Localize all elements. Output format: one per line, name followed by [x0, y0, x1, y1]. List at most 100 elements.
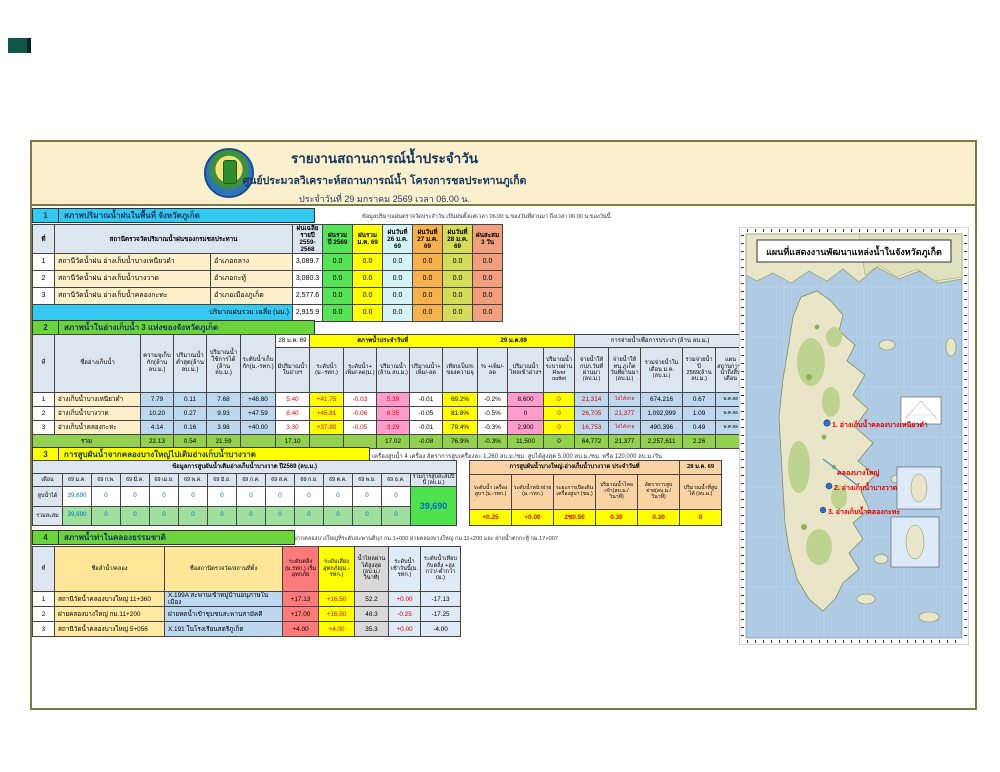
reservoir-row: 3อ่างเก็บน้ำคลองกะทะ4.140.163.98+40.003.… [33, 421, 746, 435]
reservoir-value: 8.40 [276, 407, 310, 421]
reservoir-value: 5.39 [377, 393, 410, 407]
pumped-value: 0 [179, 487, 208, 506]
rain-value: 0.0 [383, 271, 413, 288]
month-header: 69 ม.ค. [63, 474, 92, 487]
cumulative-value: 0 [92, 506, 121, 525]
section4-note: ปากคลองบางใหญ่ที่ระดับสะพานดีบุก กม.1+00… [294, 535, 558, 543]
month-header: 69 พ.ย. [353, 474, 382, 487]
pumped-grand-total: 39,690 [411, 487, 457, 526]
report-header: รายงานสถานการณ์น้ำประจำวัน ศูนย์ประมวลวิ… [32, 142, 975, 206]
canal-name: ฝายคลองบางใหญ่ กม.11+200 [55, 607, 165, 622]
cumulative-value: 0 [295, 506, 324, 525]
daily-value: 2ช0.50 [554, 510, 596, 526]
reservoir-value: 26,705 [575, 407, 609, 421]
reservoir-table: ที่ ชื่ออ่างเก็บน้ำ ความจุเก็บกัก(ล้าน ล… [32, 334, 746, 449]
total-value: 17.02 [377, 435, 410, 449]
section4-number: 4 [32, 530, 59, 545]
report-dateline: ประจำวันที่ 29 มกราคม 2569 เวลา 06.00 น. [32, 192, 737, 206]
reservoir-value: 5.40 [276, 393, 310, 407]
canal-value: +0.00 [389, 622, 421, 637]
reservoir-value: 21,314 [575, 393, 609, 407]
reservoir-value: -0.3% [478, 421, 508, 435]
col-level-vs-bank: ระดับน้ำเทียบกับตลิ่ง +สูงกว่า/-ต่ำกว่า … [421, 547, 461, 592]
reservoir-value: +41.75 [310, 393, 344, 407]
row-number: 2 [33, 607, 55, 622]
rain-value: 0.0 [383, 254, 413, 271]
reservoir-value: 4.14 [141, 421, 174, 435]
rainfall-row: 2สถานีวัดน้ำฝน อ่างเก็บน้ำบางวาดอำเภอกะท… [33, 271, 503, 288]
canal-row: 2ฝายคลองบางใหญ่ กม.11+200ฝายทดน้ำเข้าชุม… [33, 607, 461, 622]
rain-value: 2,577.6 [293, 288, 323, 305]
col-reservoir-name: ชื่ออ่างเก็บน้ำ [55, 335, 141, 393]
canal-value: -17.13 [421, 592, 461, 607]
district-name: อำเภอกะทู้ [211, 271, 293, 288]
reservoir-value: 3.29 [377, 421, 410, 435]
col-flood-risk-level: ระดับเสี่ยงอุทกภัย(ม.-รทก.) [319, 547, 355, 592]
band-supply: การจ่ายน้ำเพื่อการประปา (ล้าน ลบ.ม.) [575, 335, 746, 348]
section2-number: 2 [32, 320, 59, 335]
rain-value: 3,089.7 [293, 254, 323, 271]
month-header: 69 ธ.ค. [382, 474, 411, 487]
reservoir-value: -0.01 [410, 393, 443, 407]
reservoir-value: 16,753 [575, 421, 609, 435]
cumulative-value: 39,690 [63, 506, 92, 525]
station-name: สถานีวัดน้ำฝน อ่างเก็บน้ำบางวาด [55, 271, 211, 288]
daily-value: +0.00 [512, 510, 554, 526]
cumulative-value: 0 [208, 506, 237, 525]
col-no: ที่ [33, 547, 55, 592]
canal-name: สถานีวัดน้ำคลองบางใหญ่ 11+360 [55, 592, 165, 607]
total-value: 0.0 [383, 305, 413, 322]
col-pump-level: ระดับน้ำ เครื่องสูบฯ (ม.-รทก.) [470, 475, 512, 510]
pumping-tables: ข้อมูลการสูบผันน้ำเติมอ่างเก็บน้ำบางวาด … [32, 460, 722, 526]
reservoir-value: 10.20 [141, 407, 174, 421]
reservoir-value: 3.98 [207, 421, 241, 435]
rain-value: 0.0 [413, 254, 443, 271]
canal-value: +16.50 [319, 592, 355, 607]
reservoir-value: -0.01 [410, 421, 443, 435]
section1-header: 1 สภาพปริมาณน้ำฝนในพื้นที่ จังหวัดภูเก็ต [32, 208, 315, 223]
total-value: 0.0 [443, 305, 473, 322]
reservoir-value: 3.30 [276, 421, 310, 435]
total-value: -0.08 [410, 435, 443, 449]
canal-value: +0.00 [389, 592, 421, 607]
reservoir-value: 0.27 [174, 407, 207, 421]
reservoir-value: -0.05 [344, 421, 377, 435]
col-level-chg: ระดับน้ำ+ เพิ่ม/-ลด(ม.) [344, 348, 377, 393]
col-pumped-volume: ปริมาณน้ำที่สูบได้ (ลบ.ม.) [680, 475, 722, 510]
total-value: 76.9% [443, 435, 478, 449]
reservoir-value: 0 [508, 407, 544, 421]
reservoir-value: 7.68 [207, 393, 241, 407]
col-month: เดือน [33, 474, 63, 487]
section4-header: 4 สภาพน้ำท่าในคลองธรรมชาติ [32, 530, 295, 545]
reservoir-value: 1.09 [683, 407, 716, 421]
pumping-daily-table: การสูบผันน้ำบางใหญ่-อ่างเก็บน้ำบางวาด ปร… [469, 460, 722, 526]
pumped-value: 0 [382, 487, 411, 506]
row-number: 1 [33, 254, 55, 271]
reservoir-value: -0.03 [344, 393, 377, 407]
natural-canal-table: ที่ ชื่อลำน้ำ/คลอง ชื่อสถานีตรวจวัด/สถาน… [32, 546, 461, 637]
reservoir-row: 2อ่างเก็บน้ำบางวาด10.200.279.93+47.598.4… [33, 407, 746, 421]
year-total-header: รวมการสูบสะสมปีนี้ (ลบ.ม.) [411, 474, 457, 487]
reservoir-marker-1 [824, 420, 830, 426]
canal-value: +17.00 [283, 607, 319, 622]
month-header: 69 ก.ค. [237, 474, 266, 487]
cumulative-value: 0 [237, 506, 266, 525]
col-prev-storage: มีปริมาณน้ำในอ่างฯ [276, 348, 310, 393]
row-label: รวมสะสม [33, 506, 63, 525]
reservoir-value: 0.16 [174, 421, 207, 435]
cumulative-value: 0 [324, 506, 353, 525]
rainfall-row: 3สถานีวัดน้ำฝน อ่างเก็บน้ำคลองกะทะอำเภอเ… [33, 288, 503, 305]
report-page: รายงานสถานการณ์น้ำประจำวัน ศูนย์ประมวลวิ… [0, 0, 1000, 772]
month-header: 69 มิ.ย. [208, 474, 237, 487]
total-value: 0.0 [353, 305, 383, 322]
reservoir-value: 0.11 [174, 393, 207, 407]
reservoir-name: อ่างเก็บน้ำคลองกะทะ [55, 421, 141, 435]
station-name: X.191 ในโรงเรียนสตรีภูเก็ต [165, 622, 283, 637]
rain-value: 3,080.3 [293, 271, 323, 288]
map-label-canal: คลองบางใหญ่ [837, 468, 879, 477]
col-storage-chg: ปริมาณน้ำ+ เพิ่ม/-ลด [410, 348, 443, 393]
reservoir-row: 1อ่างเก็บน้ำบางเหนียวดำ7.790.117.68+46.8… [33, 393, 746, 407]
total-value: 0.0 [413, 305, 443, 322]
rain-value: 0.0 [323, 254, 353, 271]
pumped-value: 0 [121, 487, 150, 506]
